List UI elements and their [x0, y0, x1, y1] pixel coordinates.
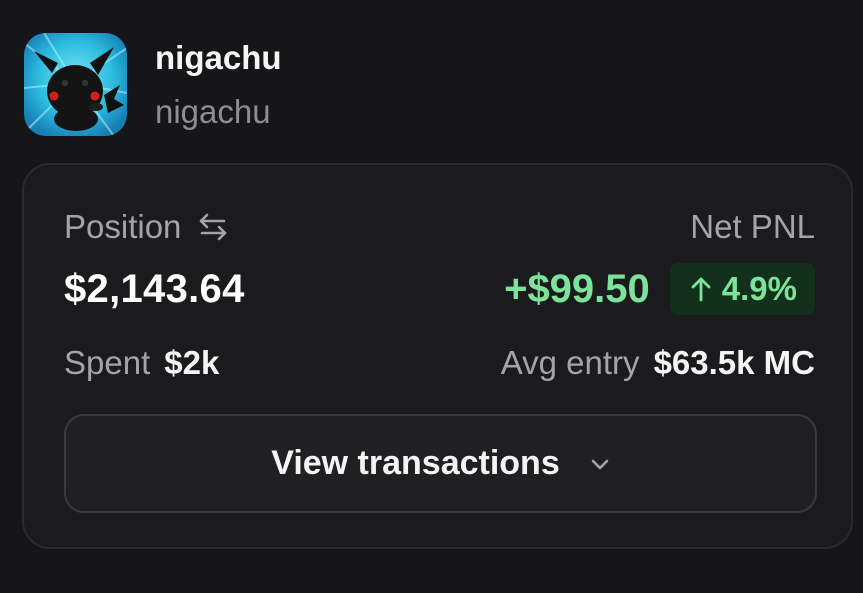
pnl-percent-badge: 4.9%: [669, 263, 815, 315]
position-card: Position Net PNL $2,143.64 +$99.50 4.9% …: [22, 163, 853, 549]
swap-arrows-icon[interactable]: [197, 212, 229, 242]
token-header: nigachu nigachu: [24, 33, 282, 137]
black-pikachu-avatar-icon: [24, 33, 127, 136]
token-names: nigachu nigachu: [155, 33, 282, 134]
details-row: Spent $2k Avg entry $63.5k MC: [64, 341, 815, 385]
net-pnl-label: Net PNL: [690, 208, 815, 245]
avg-entry-value: $63.5k MC: [653, 344, 815, 381]
chevron-down-icon: [590, 457, 610, 471]
avg-entry-label: Avg entry: [500, 344, 640, 381]
token-handle: nigachu: [155, 93, 271, 130]
token-avatar[interactable]: [24, 33, 127, 136]
labels-row: Position Net PNL: [64, 205, 815, 249]
pnl-percent: 4.9%: [721, 270, 797, 307]
view-transactions-button[interactable]: View transactions: [64, 414, 817, 513]
values-row: $2,143.64 +$99.50 4.9%: [64, 261, 815, 317]
position-label-group: Position: [64, 208, 229, 246]
avg-entry-group: Avg entry $63.5k MC: [501, 344, 815, 382]
position-panel: nigachu nigachu Position Net PNL $2,143.…: [0, 0, 863, 593]
spent-label: Spent: [64, 344, 151, 381]
position-value: $2,143.64: [64, 266, 245, 311]
pnl-value: +$99.50: [504, 266, 650, 311]
token-name: nigachu: [155, 39, 282, 76]
view-transactions-label: View transactions: [271, 444, 560, 482]
position-label: Position: [64, 208, 182, 245]
pnl-group: +$99.50 4.9%: [504, 263, 815, 315]
spent-group: Spent $2k: [64, 344, 219, 382]
arrow-up-icon: [690, 275, 712, 303]
spent-value: $2k: [164, 344, 220, 381]
